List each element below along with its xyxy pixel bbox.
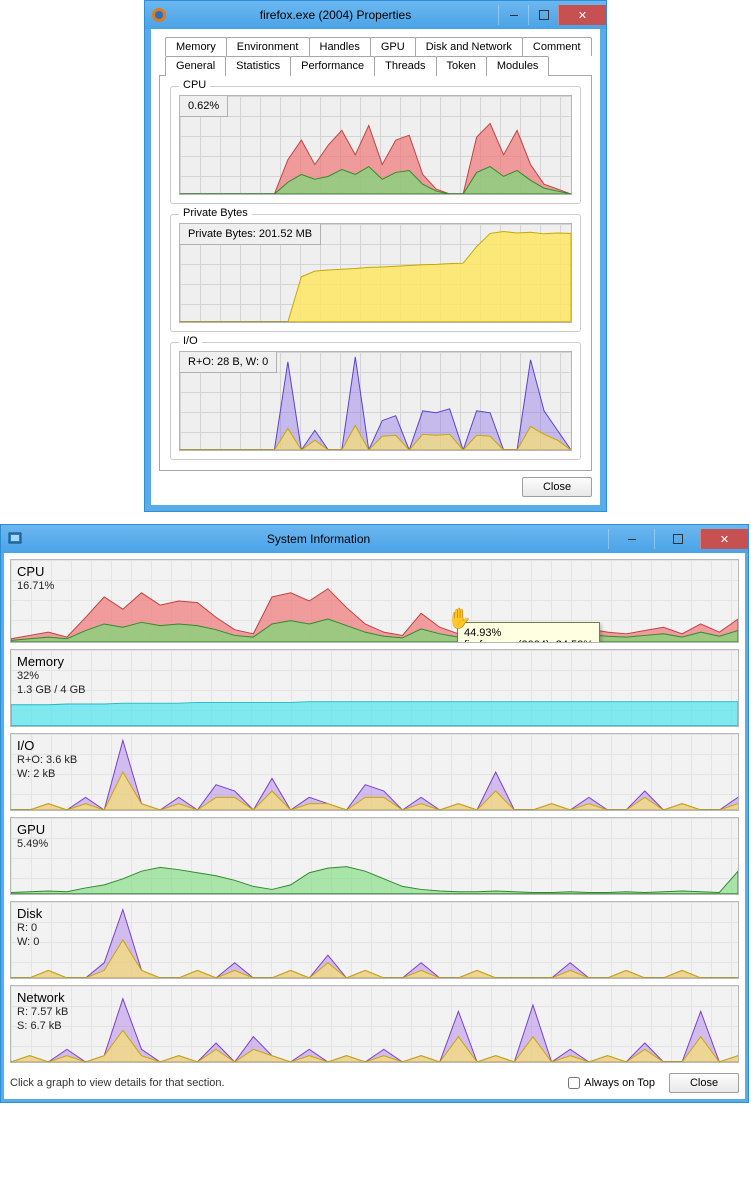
close-window-button[interactable] <box>700 529 748 549</box>
dialog-footer: Click a graph to view details for that s… <box>10 1067 739 1093</box>
tab-gpu[interactable]: GPU <box>370 37 416 56</box>
always-on-top-input[interactable] <box>568 1077 580 1089</box>
tab-disk-network[interactable]: Disk and Network <box>415 37 523 56</box>
io-panel[interactable]: I/O R+O: 3.6 kB W: 2 kB <box>10 733 739 811</box>
tab-comment[interactable]: Comment <box>522 37 592 56</box>
network-recv: R: 7.57 kB <box>17 1006 68 1020</box>
tab-general[interactable]: General <box>165 56 226 76</box>
maximize-button[interactable] <box>528 5 558 25</box>
io-panel-label: I/O R+O: 3.6 kB W: 2 kB <box>17 738 77 782</box>
tab-modules[interactable]: Modules <box>486 56 550 76</box>
disk-write: W: 0 <box>17 936 42 950</box>
dialog-body: Memory Environment Handles GPU Disk and … <box>145 29 606 511</box>
minimize-button[interactable] <box>608 529 654 549</box>
io-group-legend: I/O <box>179 335 202 347</box>
titlebar[interactable]: System Information <box>1 525 748 553</box>
close-button[interactable]: Close <box>669 1073 739 1093</box>
titlebar[interactable]: firefox.exe (2004) Properties <box>145 1 606 29</box>
cpu-panel-label: CPU 16.71% <box>17 564 54 594</box>
tab-threads[interactable]: Threads <box>374 56 436 76</box>
tab-memory[interactable]: Memory <box>165 37 227 56</box>
private-bytes-stat: Private Bytes: 201.52 MB <box>180 224 321 245</box>
cpu-group-legend: CPU <box>179 79 210 91</box>
io-groupbox: I/O R+O: 28 B, W: 0 <box>170 342 581 460</box>
gpu-panel-label: GPU 5.49% <box>17 822 48 852</box>
disk-read: R: 0 <box>17 922 42 936</box>
memory-panel[interactable]: Memory 32% 1.3 GB / 4 GB <box>10 649 739 727</box>
io-read: R+O: 3.6 kB <box>17 754 77 768</box>
dialog-footer: Close <box>159 471 592 497</box>
tab-environment[interactable]: Environment <box>226 37 310 56</box>
tab-row-1: Memory Environment Handles GPU Disk and … <box>159 37 592 56</box>
network-send: S: 6.7 kB <box>17 1020 68 1034</box>
disk-panel[interactable]: Disk R: 0 W: 0 <box>10 901 739 979</box>
gpu-heading: GPU <box>17 822 48 838</box>
disk-heading: Disk <box>17 906 42 922</box>
performance-tab-content: CPU 0.62% Private Bytes Private Bytes: 2… <box>159 75 592 471</box>
cpu-value: 16.71% <box>17 580 54 594</box>
memory-heading: Memory <box>17 654 85 670</box>
cursor-icon: ✋ <box>447 606 472 631</box>
app-icon <box>7 531 23 547</box>
gpu-panel[interactable]: GPU 5.49% <box>10 817 739 895</box>
close-window-button[interactable] <box>558 5 606 25</box>
dialog-body: CPU 16.71% ✋ 44.93% firefox.exe (2004): … <box>1 553 748 1102</box>
properties-window: firefox.exe (2004) Properties Memory Env… <box>144 0 607 512</box>
window-controls <box>608 529 748 549</box>
close-button[interactable]: Close <box>522 477 592 497</box>
tab-token[interactable]: Token <box>436 56 487 76</box>
network-panel-label: Network R: 7.57 kB S: 6.7 kB <box>17 990 68 1034</box>
io-stat: R+O: 28 B, W: 0 <box>180 352 277 373</box>
tab-row-2: General Statistics Performance Threads T… <box>159 56 592 76</box>
footer-hint: Click a graph to view details for that s… <box>10 1077 225 1089</box>
memory-absolute: 1.3 GB / 4 GB <box>17 684 85 698</box>
memory-panel-label: Memory 32% 1.3 GB / 4 GB <box>17 654 85 698</box>
minimize-button[interactable] <box>498 5 528 25</box>
private-bytes-group-legend: Private Bytes <box>179 207 252 219</box>
window-controls <box>498 5 606 25</box>
tab-handles[interactable]: Handles <box>309 37 371 56</box>
private-bytes-graph[interactable]: Private Bytes: 201.52 MB <box>179 223 572 323</box>
private-bytes-groupbox: Private Bytes Private Bytes: 201.52 MB <box>170 214 581 332</box>
window-title: firefox.exe (2004) Properties <box>173 8 498 22</box>
firefox-icon <box>151 7 167 23</box>
maximize-button[interactable] <box>654 529 700 549</box>
io-graph[interactable]: R+O: 28 B, W: 0 <box>179 351 572 451</box>
disk-panel-label: Disk R: 0 W: 0 <box>17 906 42 950</box>
always-on-top-checkbox[interactable]: Always on Top <box>568 1077 655 1089</box>
io-write: W: 2 kB <box>17 768 77 782</box>
gpu-value: 5.49% <box>17 838 48 852</box>
memory-percent: 32% <box>17 670 85 684</box>
cpu-graph[interactable]: 0.62% <box>179 95 572 195</box>
cpu-groupbox: CPU 0.62% <box>170 86 581 204</box>
system-information-window: System Information CPU 16.71% ✋ 44.93% f… <box>0 524 749 1103</box>
network-heading: Network <box>17 990 68 1006</box>
cpu-panel[interactable]: CPU 16.71% ✋ 44.93% firefox.exe (2004): … <box>10 559 739 643</box>
cpu-stat: 0.62% <box>180 96 228 117</box>
always-on-top-label: Always on Top <box>584 1077 655 1089</box>
network-panel[interactable]: Network R: 7.57 kB S: 6.7 kB <box>10 985 739 1063</box>
io-heading: I/O <box>17 738 77 754</box>
tab-performance[interactable]: Performance <box>290 56 375 76</box>
cpu-heading: CPU <box>17 564 54 580</box>
window-title: System Information <box>29 532 608 546</box>
tab-statistics[interactable]: Statistics <box>225 56 291 76</box>
cpu-tooltip: 44.93% firefox.exe (2004): 34.58% 2:48:2… <box>457 622 600 643</box>
